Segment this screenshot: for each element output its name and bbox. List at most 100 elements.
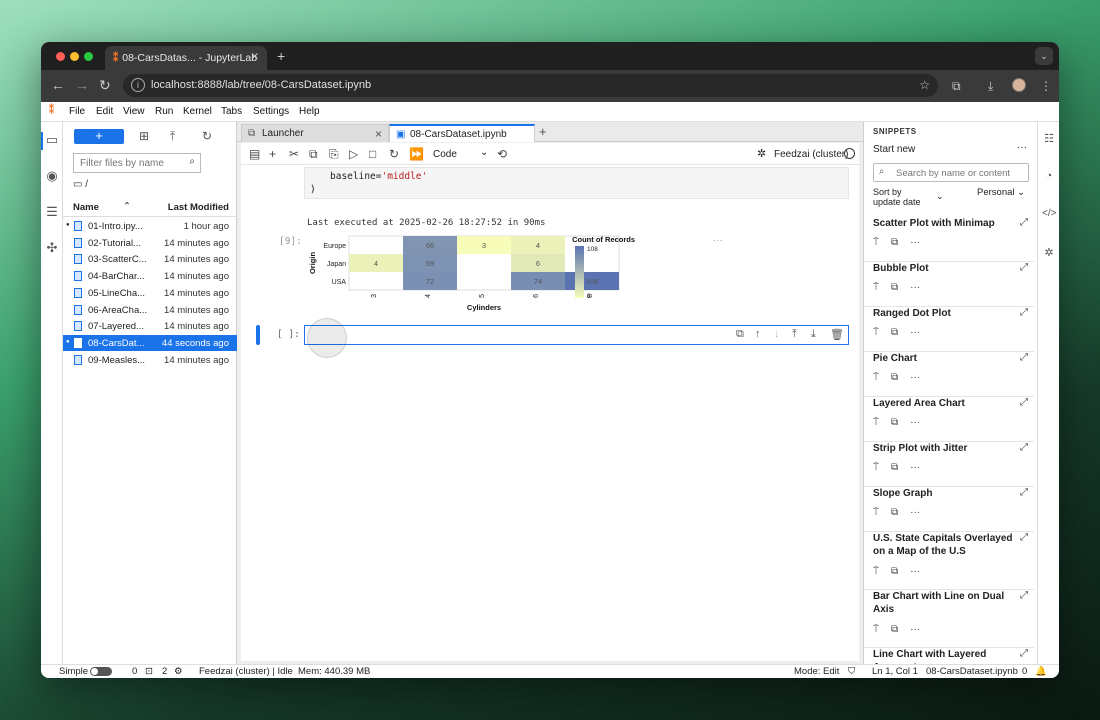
file-list-item[interactable]: 05-LineCha... 14 minutes ago: [63, 285, 237, 301]
name-column-header[interactable]: Name: [73, 202, 99, 213]
file-list-item[interactable]: 03-ScatterC... 14 minutes ago: [63, 251, 237, 267]
empty-code-cell-editor[interactable]: [304, 325, 849, 345]
close-tab-icon[interactable]: ✕: [250, 51, 259, 63]
snippet-card[interactable]: Ranged Dot Plot ⤢ ⍑ ⧉ ···: [864, 307, 1034, 352]
new-tab-button[interactable]: +: [277, 48, 285, 64]
expand-icon[interactable]: ⤢: [1020, 442, 1028, 453]
tab-launcher[interactable]: ⧉ Launcher ×: [241, 124, 389, 142]
copy-icon[interactable]: ⧉: [891, 462, 898, 473]
expand-icon[interactable]: ⤢: [1020, 487, 1028, 498]
snippet-card[interactable]: Line Chart with Layered Aggregates⤢⍑⧉···: [864, 648, 1034, 664]
insert-snippet-icon[interactable]: ⍑: [873, 624, 879, 635]
snippet-card[interactable]: Bar Chart with Line on Dual Axis ⤢ ⍑ ⧉ ···: [864, 590, 1034, 648]
expand-icon[interactable]: ⤢: [1020, 262, 1028, 273]
file-list-item[interactable]: 06-AreaCha... 14 minutes ago: [63, 302, 237, 318]
maximize-window-button[interactable]: [84, 52, 93, 61]
menu-tabs[interactable]: Tabs: [221, 106, 242, 117]
sort-ascending-icon[interactable]: ⌃: [123, 201, 131, 212]
expand-icon[interactable]: ⤢: [1020, 307, 1028, 318]
menu-edit[interactable]: Edit: [96, 106, 113, 117]
snippet-card[interactable]: Bubble Plot ⤢ ⍑ ⧉ ···: [864, 262, 1034, 307]
expand-icon[interactable]: ⤢: [1020, 532, 1028, 543]
insert-snippet-icon[interactable]: ⍑: [873, 282, 879, 293]
reload-icon[interactable]: ↻: [99, 77, 111, 94]
file-list-item[interactable]: 02-Tutorial... 14 minutes ago: [63, 235, 237, 251]
code-snippets-icon[interactable]: </>: [1042, 208, 1056, 219]
move-up-icon[interactable]: ↑: [755, 328, 761, 340]
url-field[interactable]: i localhost:8888/lab/tree/08-CarsDataset…: [123, 74, 938, 97]
more-options-icon[interactable]: ···: [910, 372, 920, 383]
cut-icon[interactable]: ✂: [289, 147, 299, 161]
download-icon[interactable]: ⤓: [988, 79, 993, 94]
expand-icon[interactable]: ⤢: [1020, 590, 1028, 601]
insert-below-icon[interactable]: ⤓: [811, 328, 816, 341]
file-list-item[interactable]: ● 08-CarsDat... 44 seconds ago: [63, 334, 237, 351]
file-list-item[interactable]: ● 01-Intro.ipy... 1 hour ago: [63, 218, 237, 234]
insert-snippet-icon[interactable]: ⍑: [873, 462, 879, 473]
restart-icon[interactable]: ↻: [389, 147, 399, 161]
delete-cell-icon[interactable]: 🗑: [830, 328, 844, 341]
more-options-icon[interactable]: ···: [910, 237, 920, 248]
more-options-icon[interactable]: ···: [910, 462, 920, 473]
modified-column-header[interactable]: Last Modified: [168, 202, 229, 213]
paste-icon[interactable]: ⎘: [329, 147, 339, 162]
insert-cell-icon[interactable]: +: [269, 147, 276, 161]
more-menu-icon[interactable]: ⋮: [1040, 79, 1052, 93]
sort-select[interactable]: Sort by update date: [873, 187, 921, 207]
stop-icon[interactable]: □: [369, 147, 376, 161]
add-tab-button[interactable]: +: [539, 124, 547, 139]
snippet-card[interactable]: Strip Plot with Jitter ⤢ ⍑ ⧉ ···: [864, 442, 1034, 487]
menu-kernel[interactable]: Kernel: [183, 106, 212, 117]
save-icon[interactable]: ▤: [249, 147, 260, 161]
duplicate-cell-icon[interactable]: ⧉: [736, 328, 744, 341]
file-list-item[interactable]: 09-Measles... 14 minutes ago: [63, 352, 237, 368]
start-new-button[interactable]: Start new: [873, 144, 915, 155]
copy-icon[interactable]: ⧉: [891, 327, 898, 338]
insert-snippet-icon[interactable]: ⍑: [873, 372, 879, 383]
forward-icon[interactable]: →: [75, 77, 89, 93]
menu-file[interactable]: File: [69, 106, 85, 117]
bell-icon[interactable]: 🔔: [1035, 666, 1047, 677]
git-icon[interactable]: ⟲: [497, 147, 507, 161]
new-launcher-button[interactable]: +: [74, 129, 124, 144]
more-options-icon[interactable]: ···: [910, 282, 920, 293]
notification-count[interactable]: 0: [1022, 666, 1027, 677]
browser-tab[interactable]: ⁑ 08-CarsDatas... - JupyterLab ✕: [105, 46, 267, 70]
copy-icon[interactable]: ⧉: [309, 147, 318, 162]
gauge-icon[interactable]: ◔: [1042, 170, 1056, 182]
file-list-item[interactable]: 07-Layered... 14 minutes ago: [63, 318, 237, 334]
expand-icon[interactable]: ⤢: [1020, 217, 1028, 228]
folder-icon[interactable]: ▭: [44, 132, 60, 148]
minimize-window-button[interactable]: [70, 52, 79, 61]
upload-icon[interactable]: ⤒: [170, 129, 175, 144]
kernel-count[interactable]: 2: [162, 666, 167, 677]
property-inspector-icon[interactable]: ☷: [1042, 132, 1056, 145]
avatar[interactable]: [1012, 78, 1026, 92]
tab-search-button[interactable]: ⌄: [1035, 47, 1053, 65]
more-options-icon[interactable]: ···: [910, 417, 920, 428]
copy-icon[interactable]: ⧉: [891, 237, 898, 248]
copy-icon[interactable]: ⧉: [891, 566, 898, 577]
insert-snippet-icon[interactable]: ⍑: [873, 237, 879, 248]
expand-icon[interactable]: ⤢: [1020, 648, 1028, 659]
tab-notebook[interactable]: ▣ 08-CarsDataset.ipynb: [389, 124, 535, 142]
terminal-count[interactable]: 0: [132, 666, 137, 677]
menu-run[interactable]: Run: [155, 106, 173, 117]
extensions-icon[interactable]: ⧉: [952, 79, 961, 94]
snippet-card[interactable]: Layered Area Chart ⤢ ⍑ ⧉ ···: [864, 397, 1034, 442]
snippet-search-input[interactable]: ⌕ Search by name or content: [873, 163, 1029, 182]
bookmark-star-icon[interactable]: ☆: [919, 78, 930, 92]
more-options-icon[interactable]: ···: [910, 624, 920, 635]
file-list-item[interactable]: 04-BarChar... 14 minutes ago: [63, 268, 237, 284]
expand-icon[interactable]: ⤢: [1020, 397, 1028, 408]
breadcrumb[interactable]: ▭ /: [73, 179, 88, 190]
more-options-icon[interactable]: ···: [910, 566, 920, 577]
close-window-button[interactable]: [56, 52, 65, 61]
insert-snippet-icon[interactable]: ⍑: [873, 566, 879, 577]
filter-files-input[interactable]: Filter files by name ⌕: [73, 153, 201, 173]
copy-icon[interactable]: ⧉: [891, 624, 898, 635]
insert-above-icon[interactable]: ⤒: [792, 328, 797, 341]
copy-icon[interactable]: ⧉: [891, 417, 898, 428]
snippet-card[interactable]: U.S. State Capitals Overlayed on a Map o…: [864, 532, 1034, 590]
menu-help[interactable]: Help: [299, 106, 320, 117]
